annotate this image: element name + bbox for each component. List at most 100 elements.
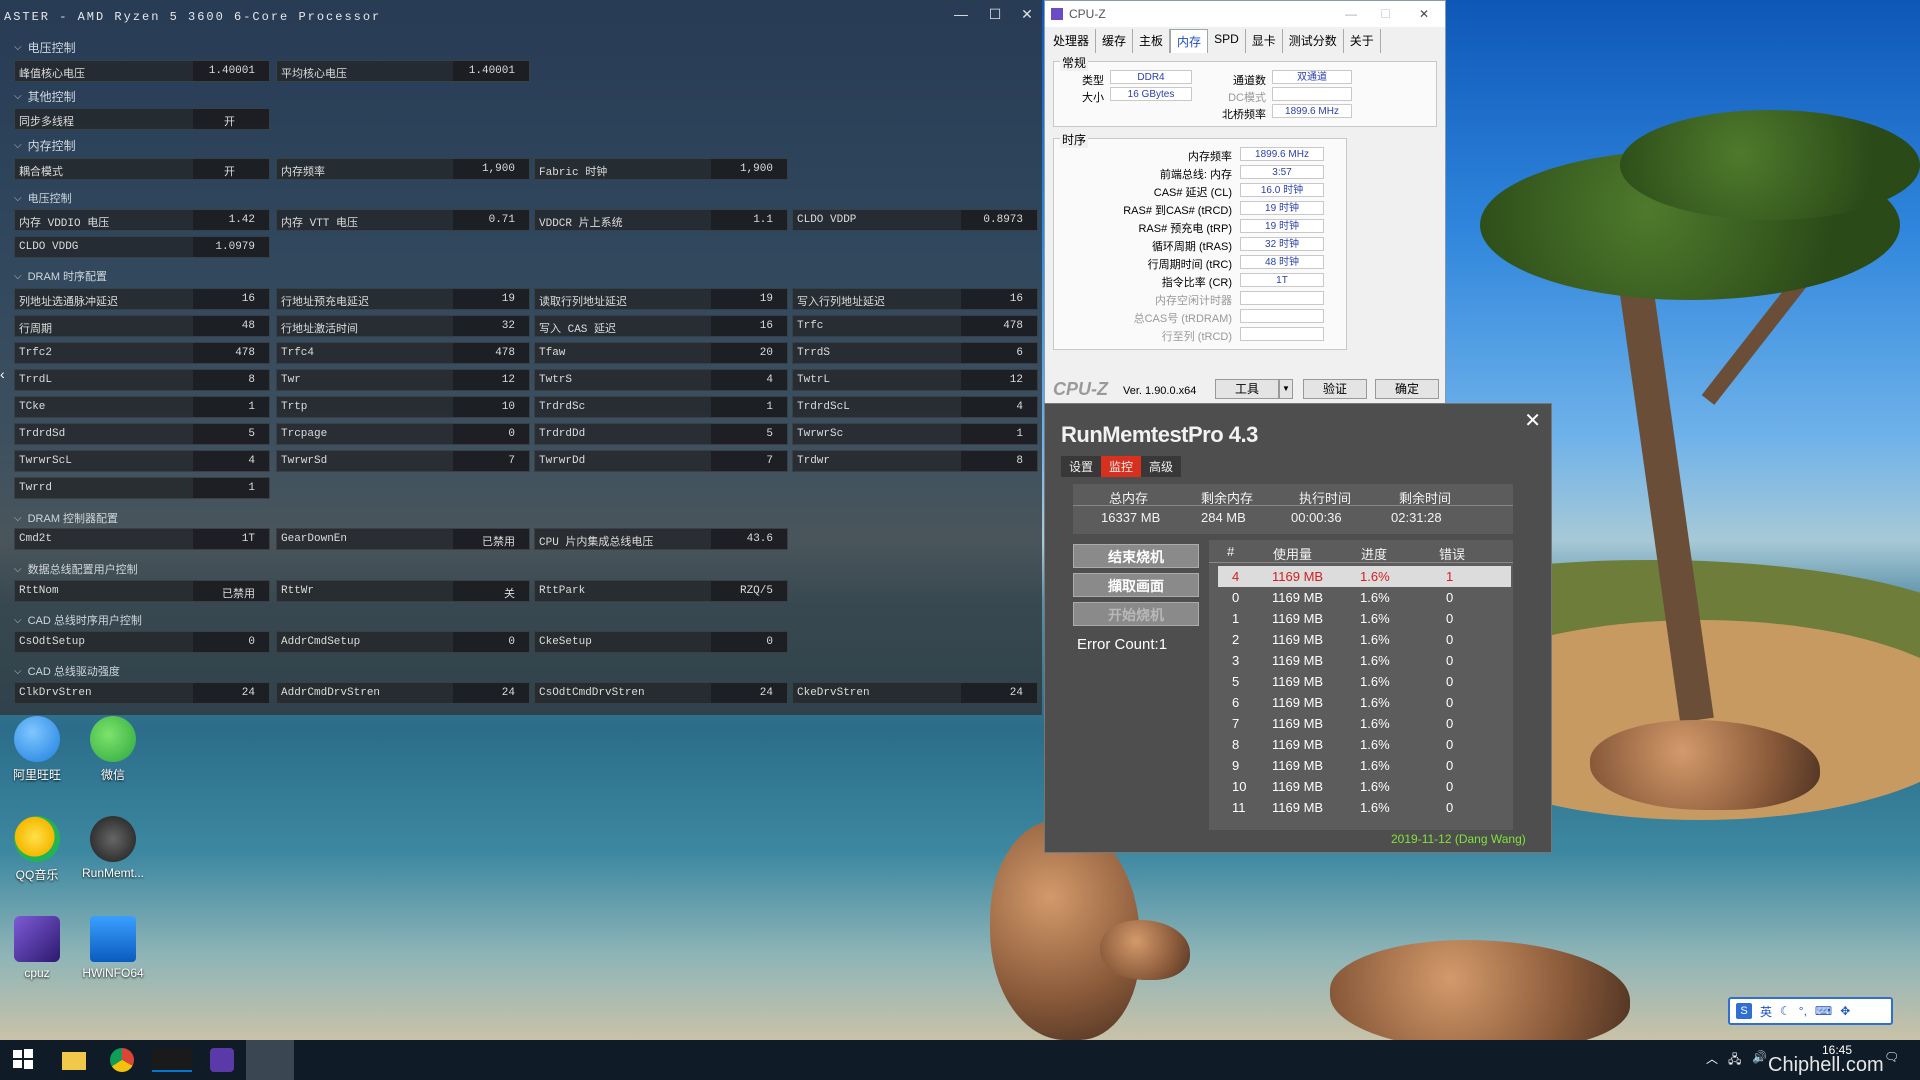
table-cell: 1169 MB [1272,569,1324,584]
notification-icon[interactable]: 🗨 [1884,1050,1899,1064]
desktop-icon-wechat[interactable]: 微信 [78,716,148,783]
table-cell: 1169 MB [1272,695,1324,710]
section-dram-timing[interactable]: ⌵ DRAM 时序配置 [14,268,107,284]
section-data-bus[interactable]: ⌵ 数据总线配置用户控制 [14,561,138,577]
maximize-button[interactable]: ☐ [980,6,1010,23]
cpuz-tabs: 处理器 缓存 主板 内存 SPD 显卡 测试分数 关于 [1047,29,1381,53]
tools-button[interactable]: 工具 [1215,379,1279,399]
table-cell: 1169 MB [1272,779,1324,794]
table-row[interactable]: 4 1169 MB 1.6% 1 [1218,566,1511,587]
chevron-down-icon: ⌵ [14,140,22,151]
cadt-cell: CkeSetup 0 [534,631,788,653]
timing-cell: TCke 1 [14,396,270,418]
desktop-icon-aliwangwang[interactable]: 阿里旺旺 [2,716,72,783]
start-burn-button[interactable]: 开始烧机 [1073,602,1199,626]
close-button[interactable]: ✕ [1012,6,1042,23]
runmemtest-window: RunMemtestPro 4.3 ✕ 设置 监控 高级 总内存 剩余内存 执行… [1044,403,1552,853]
timing-value: 19 时钟 [1240,201,1324,215]
punct-icon[interactable]: °, [1799,1004,1807,1018]
nb-freq-field: 1899.6 MHz [1272,104,1352,118]
chrome-icon[interactable] [110,1048,134,1072]
tab-cache[interactable]: 缓存 [1096,29,1134,53]
timing-cell: Trtp 10 [276,396,530,418]
tab-graphics[interactable]: 显卡 [1246,29,1283,53]
close-button[interactable]: ✕ [1419,7,1429,21]
table-row[interactable]: 11 1169 MB 1.6% 0 [1218,797,1511,818]
keyboard-icon[interactable]: ⌨ [1815,1004,1832,1018]
table-cell: 1169 MB [1272,653,1324,668]
runmemtest-task-icon[interactable] [246,1040,294,1080]
collapse-arrow-icon[interactable]: ‹ [0,366,5,382]
maximize-button[interactable]: ☐ [1380,7,1391,21]
volume-icon[interactable]: 🔊 [1752,1050,1767,1064]
tab-mainboard[interactable]: 主板 [1133,29,1171,53]
moon-icon[interactable]: ☾ [1780,1004,1791,1018]
timing-label: RAS# 到CAS# (tRCD) [1123,205,1232,217]
validate-button[interactable]: 验证 [1303,379,1367,399]
desktop-icon-runmemtest[interactable]: RunMemt... [78,816,148,880]
footer-credit: 2019-11-12 (Dang Wang) [1391,832,1526,846]
tools-dropdown-icon[interactable]: ▼ [1279,379,1293,399]
section-cad-timing[interactable]: ⌵ CAD 总线时序用户控制 [14,612,142,628]
section-memory[interactable]: ⌵ 内存控制 [14,137,76,154]
cpuz-task-icon[interactable] [210,1048,234,1072]
table-row[interactable]: 10 1169 MB 1.6% 0 [1218,776,1511,797]
cadd-cell: CsOdtCmdDrvStren 24 [534,682,788,704]
minimize-button[interactable]: — [1345,7,1357,21]
table-row[interactable]: 8 1169 MB 1.6% 0 [1218,734,1511,755]
tab-monitor[interactable]: 监控 [1101,456,1142,477]
table-row[interactable]: 7 1169 MB 1.6% 0 [1218,713,1511,734]
stop-burn-button[interactable]: 结束烧机 [1073,544,1199,568]
desktop-icon-qqmusic[interactable]: QQ音乐 [2,816,72,883]
table-row[interactable]: 6 1169 MB 1.6% 0 [1218,692,1511,713]
tab-memory[interactable]: 内存 [1170,29,1209,53]
ime-logo-icon: S [1736,1003,1752,1019]
table-row[interactable]: 3 1169 MB 1.6% 0 [1218,650,1511,671]
bus-cell: RttPark RZQ/5 [534,580,788,602]
timing-label: 指令比率 (CR) [1161,277,1232,289]
capture-screen-button[interactable]: 擷取画面 [1073,573,1199,597]
table-cell: 0 [1446,653,1454,668]
settings-icon[interactable]: ✥ [1840,1004,1850,1018]
tray-up-icon[interactable]: ︿ [1706,1050,1718,1067]
section-cad-drive[interactable]: ⌵ CAD 总线驱动强度 [14,663,120,679]
table-row[interactable]: 9 1169 MB 1.6% 0 [1218,755,1511,776]
tab-about[interactable]: 关于 [1344,29,1381,53]
general-group: 常规 类型 DDR4 大小 16 GBytes 通道数 双通道 DC模式 北桥频… [1053,54,1437,127]
section-voltage[interactable]: ⌵ 电压控制 [14,39,76,56]
close-button[interactable]: ✕ [1524,408,1541,433]
timing-cell: 写入行列地址延迟 16 [792,288,1038,310]
avg-core-voltage: 平均核心电压 1.40001 [276,60,530,82]
tab-bench[interactable]: 测试分数 [1283,29,1344,53]
table-cell: 11 [1232,800,1246,815]
timing-cell: TwtrL 12 [792,369,1038,391]
table-row[interactable]: 1 1169 MB 1.6% 0 [1218,608,1511,629]
file-explorer-icon[interactable] [62,1052,86,1070]
tab-settings[interactable]: 设置 [1061,456,1102,477]
desktop-icon-cpuz[interactable]: cpuz [2,916,72,980]
table-row[interactable]: 5 1169 MB 1.6% 0 [1218,671,1511,692]
desktop-icon-hwinfo[interactable]: HWiNFO64 [78,916,148,980]
windows-start-icon[interactable] [12,1048,36,1072]
mem-type-field: DDR4 [1110,70,1192,84]
timing-cell: TrdrdScL 4 [792,396,1038,418]
timing-value [1240,291,1324,305]
section-power[interactable]: ⌵ 电压控制 [14,190,72,206]
ime-lang[interactable]: 英 [1760,1003,1772,1020]
ok-button[interactable]: 确定 [1375,379,1439,399]
tab-processor[interactable]: 处理器 [1047,29,1097,53]
network-icon[interactable]: 🖧 [1728,1050,1741,1071]
ryzen-master-task-icon[interactable] [152,1048,192,1072]
ime-toolbar[interactable]: S 英 ☾ °, ⌨ ✥ [1728,997,1893,1025]
tab-advanced[interactable]: 高级 [1141,456,1182,477]
minimize-button[interactable]: — [946,6,976,22]
timing-cell: 读取行列地址延迟 19 [534,288,788,310]
table-row[interactable]: 0 1169 MB 1.6% 0 [1218,587,1511,608]
section-other[interactable]: ⌵ 其他控制 [14,88,76,105]
vddcr-cell: VDDCR 片上系统 1.1 [534,209,788,231]
table-row[interactable]: 2 1169 MB 1.6% 0 [1218,629,1511,650]
table-cell: 0 [1446,611,1454,626]
section-dram-ctrl[interactable]: ⌵ DRAM 控制器配置 [14,510,118,526]
table-cell: 1.6% [1360,695,1390,710]
tab-spd[interactable]: SPD [1208,29,1246,53]
